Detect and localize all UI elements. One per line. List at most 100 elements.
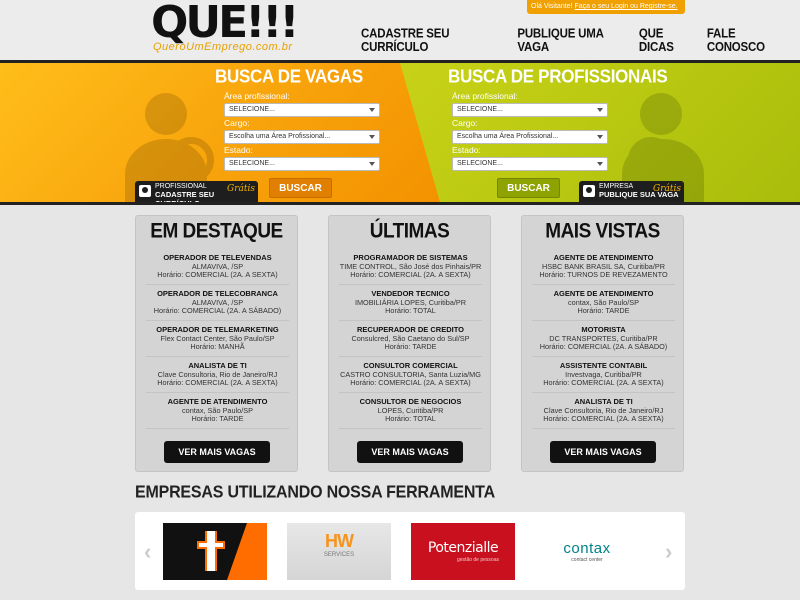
register-cv-promo[interactable]: PROFISSIONAL CADASTRE SEU CURRÍCULO Grát… bbox=[135, 181, 258, 202]
job-item[interactable]: ANALISTA DE TI Clave Consultoria, Rio de… bbox=[146, 361, 289, 393]
job-hours: Horário: COMERCIAL (2A. A SEXTA) bbox=[543, 414, 664, 423]
companies-section-title: EMPRESAS UTILIZANDO NOSSA FERRAMENTA bbox=[135, 483, 495, 502]
estado-label: Estado: bbox=[224, 145, 253, 155]
company-logo-contax[interactable]: contax contact center bbox=[535, 523, 639, 580]
job-item[interactable]: AGENTE DE ATENDIMENTO contax, São Paulo/… bbox=[146, 397, 289, 429]
see-more-jobs-button[interactable]: VER MAIS VAGAS bbox=[357, 441, 463, 463]
job-item[interactable]: CONSULTOR DE NEGOCIOS LOPES, Curitiba/PR… bbox=[339, 397, 482, 429]
cargo-label-right: Cargo: bbox=[452, 118, 478, 128]
search-professionals-button[interactable]: BUSCAR bbox=[497, 178, 560, 198]
see-more-jobs-button[interactable]: VER MAIS VAGAS bbox=[164, 441, 270, 463]
chevron-down-icon bbox=[597, 162, 603, 166]
job-hours: Horário: TARDE bbox=[384, 342, 437, 351]
logo-text: contax bbox=[563, 540, 611, 557]
promo-badge: Grátis bbox=[227, 184, 255, 194]
company-logo-potenzialle[interactable]: Potenzialle gestão de pessoas bbox=[411, 523, 515, 580]
person-icon bbox=[139, 185, 151, 197]
cargo-select-value: Escolha uma Área Profissional... bbox=[229, 133, 331, 140]
chevron-down-icon bbox=[597, 135, 603, 139]
job-hours: Horário: COMERCIAL (2A. A SEXTA) bbox=[157, 378, 278, 387]
logo-shape bbox=[199, 543, 223, 547]
estado-select-value: SELECIONE... bbox=[229, 160, 275, 167]
area-label: Área profissional: bbox=[224, 91, 290, 101]
job-item[interactable]: AGENTE DE ATENDIMENTO HSBC BANK BRASIL S… bbox=[532, 253, 675, 285]
main-nav: CADASTRE SEU CURRÍCULO PUBLIQUE UMA VAGA… bbox=[361, 28, 800, 54]
chevron-right-icon[interactable]: › bbox=[665, 539, 672, 565]
job-hours: Horário: COMERCIAL (2A. A SEXTA) bbox=[350, 270, 471, 279]
header: QUE!!! QueroUmEmprego.com.br Olá Visitan… bbox=[0, 0, 800, 60]
job-hours: Horário: COMERCIAL (2A. A SEXTA) bbox=[157, 270, 278, 279]
estado-label-right: Estado: bbox=[452, 145, 481, 155]
job-item[interactable]: MOTORISTA DC TRANSPORTES, Curitiba/PR Ho… bbox=[532, 325, 675, 357]
column-title: MAIS VISTAS bbox=[545, 219, 660, 244]
chevron-down-icon bbox=[369, 162, 375, 166]
search-jobs-button[interactable]: BUSCAR bbox=[269, 178, 332, 198]
cargo-label: Cargo: bbox=[224, 118, 250, 128]
column-title: EM DESTAQUE bbox=[150, 219, 283, 244]
estado-select[interactable]: SELECIONE... bbox=[224, 157, 380, 171]
logo-subtext: gestão de pessoas bbox=[457, 557, 499, 563]
publish-job-promo[interactable]: EMPRESA PUBLIQUE SUA VAGA Grátis bbox=[579, 181, 684, 202]
promo-bottom-label: CADASTRE SEU CURRÍCULO bbox=[155, 190, 215, 205]
job-item[interactable]: AGENTE DE ATENDIMENTO contax, São Paulo/… bbox=[532, 289, 675, 321]
job-hours: Horário: TARDE bbox=[191, 414, 244, 423]
most-viewed-jobs-column: MAIS VISTAS AGENTE DE ATENDIMENTO HSBC B… bbox=[521, 215, 684, 472]
job-hours: Horário: TURNOS DE REVEZAMENTO bbox=[539, 270, 668, 279]
nav-publique-vaga[interactable]: PUBLIQUE UMA VAGA bbox=[517, 28, 628, 54]
job-item[interactable]: OPERADOR DE TELEMARKETING Flex Contact C… bbox=[146, 325, 289, 357]
nav-cadastre-curriculo[interactable]: CADASTRE SEU CURRÍCULO bbox=[361, 28, 506, 54]
job-item[interactable]: RECUPERADOR DE CREDITO Consulcred, São C… bbox=[339, 325, 482, 357]
company-logo-hw[interactable]: HW SERVICES bbox=[287, 523, 391, 580]
nav-que-dicas[interactable]: QUE DICAS bbox=[639, 28, 696, 54]
cargo-select-right[interactable]: Escolha uma Área Profissional... bbox=[452, 130, 608, 144]
job-item[interactable]: OPERADOR DE TELEVENDAS ALMAVIVA, /SP Hor… bbox=[146, 253, 289, 285]
promo-badge-right: Grátis bbox=[653, 184, 681, 194]
visitor-bar: Olá Visitante! Faça o seu Login ou Regis… bbox=[527, 0, 685, 14]
job-item[interactable]: ANALISTA DE TI Clave Consultoria, Rio de… bbox=[532, 397, 675, 429]
area-select[interactable]: SELECIONE... bbox=[224, 103, 380, 117]
cargo-select-right-value: Escolha uma Área Profissional... bbox=[457, 133, 559, 140]
company-logo-1[interactable] bbox=[163, 523, 267, 580]
chevron-down-icon bbox=[597, 108, 603, 112]
job-item[interactable]: OPERADOR DE TELECOBRANCA ALMAVIVA, /SP H… bbox=[146, 289, 289, 321]
logo-text: Potenzialle bbox=[427, 540, 499, 556]
area-label-right: Área profissional: bbox=[452, 91, 518, 101]
chevron-left-icon[interactable]: ‹ bbox=[144, 539, 151, 565]
login-link[interactable]: Faça o seu Login ou Registre-se. bbox=[574, 3, 677, 10]
job-hours: Horário: TOTAL bbox=[385, 414, 436, 423]
job-hours: Horário: COMERCIAL (2A. A SÁBADO) bbox=[539, 342, 668, 351]
job-item[interactable]: CONSULTOR COMERCIAL CASTRO CONSULTORIA, … bbox=[339, 361, 482, 393]
logo-subtext: SERVICES bbox=[323, 552, 355, 558]
logo-subtitle: QueroUmEmprego.com.br bbox=[153, 41, 293, 53]
logo-shape bbox=[227, 523, 267, 580]
cargo-select[interactable]: Escolha uma Área Profissional... bbox=[224, 130, 380, 144]
estado-select-right[interactable]: SELECIONE... bbox=[452, 157, 608, 171]
job-hours: Horário: TOTAL bbox=[385, 306, 436, 315]
area-select-right-value: SELECIONE... bbox=[457, 106, 503, 113]
latest-jobs-column: ÚLTIMAS PROGRAMADOR DE SISTEMAS TIME CON… bbox=[328, 215, 491, 472]
featured-jobs-column: EM DESTAQUE OPERADOR DE TELEVENDAS ALMAV… bbox=[135, 215, 298, 472]
nav-fale-conosco[interactable]: FALE CONOSCO bbox=[707, 28, 789, 54]
see-more-jobs-button[interactable]: VER MAIS VAGAS bbox=[550, 441, 656, 463]
search-jobs-title: BUSCA DE VAGAS bbox=[215, 66, 363, 87]
job-hours: Horário: COMERCIAL (2A. A SEXTA) bbox=[543, 378, 664, 387]
logo-text: HW bbox=[325, 531, 354, 551]
logo-shape bbox=[207, 531, 215, 571]
job-item[interactable]: PROGRAMADOR DE SISTEMAS TIME CONTROL, Sã… bbox=[339, 253, 482, 285]
site-logo[interactable]: QUE!!! QueroUmEmprego.com.br bbox=[151, 0, 299, 56]
area-select-value: SELECIONE... bbox=[229, 106, 275, 113]
job-item[interactable]: ASSISTENTE CONTABIL Investvaga, Curitiba… bbox=[532, 361, 675, 393]
job-item[interactable]: VENDEDOR TECNICO IMOBILIÁRIA LOPES, Curi… bbox=[339, 289, 482, 321]
visitor-greeting: Olá Visitante! bbox=[531, 3, 573, 10]
estado-select-right-value: SELECIONE... bbox=[457, 160, 503, 167]
column-title: ÚLTIMAS bbox=[369, 219, 450, 244]
search-hero: BUSCA DE VAGAS Área profissional: SELECI… bbox=[0, 60, 800, 205]
logo-subtext: contact center bbox=[571, 557, 603, 563]
chevron-down-icon bbox=[369, 108, 375, 112]
document-icon bbox=[583, 185, 595, 197]
area-select-right[interactable]: SELECIONE... bbox=[452, 103, 608, 117]
job-hours: Horário: COMERCIAL (2A. A SÁBADO) bbox=[153, 306, 282, 315]
job-hours: Horário: MANHÃ bbox=[190, 342, 245, 351]
search-professionals-title: BUSCA DE PROFISSIONAIS bbox=[448, 66, 668, 87]
companies-carousel: ‹ HW SERVICES Potenzialle gestão de pess… bbox=[135, 512, 685, 590]
